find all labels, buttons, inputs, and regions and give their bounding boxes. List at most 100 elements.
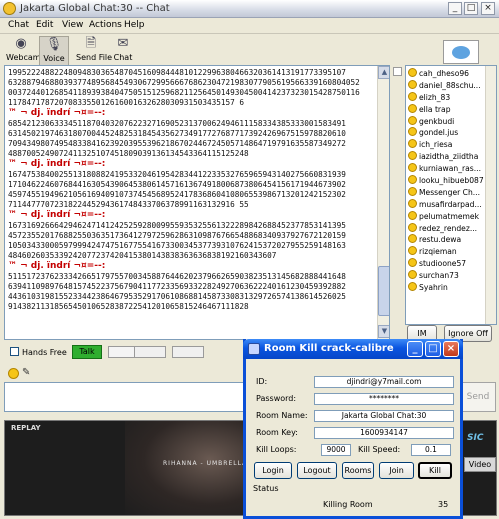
id-field[interactable]: djindri@y7mail.com [314, 376, 454, 388]
user-name: daniel_88schu... [419, 80, 481, 90]
menu-chat[interactable]: Chat [8, 20, 29, 30]
chat-sender[interactable]: ™ ¬ dj. ïndrí ¬¤=--: [8, 261, 385, 272]
room-key-field[interactable]: 1600934147 [314, 427, 454, 439]
user-name: gondel.jus [419, 128, 459, 138]
toolbar: ◉ Webcam 🎙 Voice 🗎 Send File ✉ Chat [0, 34, 499, 68]
chat-button[interactable]: ✉ Chat [108, 36, 138, 66]
user-list-item[interactable]: Messenger Ch... [408, 186, 496, 199]
chat-message-line: 1050343300059799942474751677554167330034… [8, 241, 346, 250]
menu-view[interactable]: View [62, 20, 83, 30]
talk-button[interactable]: Talk [72, 345, 102, 359]
kill-speed-field[interactable]: 0.1 [411, 444, 451, 456]
send-file-button[interactable]: 🗎 Send File [76, 36, 112, 66]
hands-free-label: Hands Free [22, 348, 67, 357]
login-button[interactable]: Login [254, 462, 292, 479]
rooms-button[interactable]: Rooms [342, 462, 374, 479]
kill-loops-field[interactable]: 9000 [321, 444, 351, 456]
chat-message-line: 4572355201768825503635173641279725962863… [8, 231, 346, 240]
menubar: Chat Edit View Actions Help [0, 18, 499, 34]
scroll-down-icon[interactable]: ▼ [378, 325, 389, 338]
voice-button[interactable]: 🎙 Voice [39, 36, 69, 66]
microphone-icon: 🎙 [45, 37, 63, 52]
user-status-icon [408, 210, 417, 220]
scroll-up-icon[interactable]: ▲ [378, 66, 389, 79]
join-button[interactable]: Join [379, 462, 414, 479]
user-status-icon [408, 115, 417, 125]
scroll-thumb[interactable] [378, 266, 389, 316]
video-button[interactable]: Video [464, 457, 496, 472]
chat-message-line: 4597455194962105616940910737454568952417… [8, 190, 346, 199]
hands-free-checkbox[interactable]: Hands Free [10, 347, 67, 357]
chat-message-line: 6854212306333451187040320762232716905231… [8, 119, 346, 128]
menu-edit[interactable]: Edit [36, 20, 53, 30]
user-list[interactable]: cah_dheso96 daniel_88schu... elizh_83 ella … [405, 65, 497, 325]
chat-message-line: 6314502197463180700445248253184543562734… [8, 129, 346, 138]
user-list-item[interactable]: gondel.jus [408, 127, 496, 139]
dialog-maximize-button[interactable]: □ [425, 341, 441, 357]
id-label: ID: [256, 377, 268, 386]
user-status-icon [408, 258, 417, 268]
user-list-item[interactable]: cah_dheso96 [408, 68, 496, 80]
chat-message-line: 6328879468803937748956845493067299566676… [8, 78, 360, 87]
user-list-item[interactable]: elizh_83 [408, 91, 496, 104]
logout-button[interactable]: Logout [297, 462, 337, 479]
minimize-button[interactable]: _ [448, 2, 462, 15]
user-list-item[interactable]: ich_riesa [408, 139, 496, 151]
replay-label[interactable]: REPLAY [11, 424, 41, 432]
smiley-icon[interactable] [8, 368, 19, 379]
collapse-icon[interactable] [393, 67, 402, 76]
password-field[interactable]: ******** [314, 393, 454, 405]
format-icon[interactable]: ✎ [22, 367, 30, 378]
user-status-icon [408, 270, 417, 280]
user-name: redez_rendez... [419, 223, 478, 233]
user-name: studioone57 [419, 259, 467, 269]
dialog-close-button[interactable]: × [443, 341, 459, 357]
user-list-scrollbar[interactable] [485, 66, 496, 324]
menu-actions[interactable]: Actions [89, 20, 122, 30]
user-list-item[interactable]: redez_rendez... [408, 222, 496, 235]
user-status-icon [408, 79, 417, 89]
user-list-item[interactable]: surchan73 [408, 270, 496, 282]
send-button[interactable]: Send [460, 382, 496, 412]
user-list-item[interactable]: musafirdarpad... [408, 198, 496, 211]
user-name: kurniawan_ras... [419, 164, 481, 174]
checkbox-icon[interactable] [10, 347, 19, 356]
close-button[interactable]: × [481, 2, 495, 15]
volume-slider[interactable] [134, 346, 166, 358]
user-list-item[interactable]: ella trap [408, 103, 496, 116]
main-titlebar: Jakarta Global Chat:30 -- Chat _ □ × [0, 0, 499, 18]
maximize-button[interactable]: □ [464, 2, 478, 15]
voice-label: Voice [43, 54, 65, 63]
dialog-minimize-button[interactable]: _ [407, 341, 423, 357]
chat-sender[interactable]: ™ ¬ dj. ïndrí ¬¤=--: [8, 108, 385, 119]
logo-icon [452, 46, 470, 59]
chat-message-line: 1674753840025513180882419533204619542834… [8, 170, 346, 179]
user-list-item[interactable]: studioone57 [408, 258, 496, 270]
user-status-icon [408, 186, 417, 196]
kill-button[interactable]: Kill [418, 462, 452, 479]
chat-transcript[interactable]: 1995222488224809483036548704516098444810… [4, 65, 390, 340]
user-name: restu.dewa [419, 235, 462, 245]
chat-sender[interactable]: ™ ¬ dj. ïndrí ¬¤=--: [8, 210, 385, 221]
user-list-item[interactable]: genkbudi [408, 115, 496, 128]
user-list-item[interactable]: pelumatmemek [408, 210, 496, 223]
user-list-item[interactable]: restu.dewa [408, 234, 496, 246]
room-name-field[interactable]: Jakarta Global Chat:30 [314, 410, 454, 422]
user-status-icon [408, 175, 417, 185]
chat-sender[interactable]: ™ ¬ dj. ïndrí ¬¤=--: [8, 159, 385, 170]
mic-slider[interactable] [172, 346, 204, 358]
chat-message-line: 6394110989764815745223756790411772335693… [8, 282, 346, 291]
user-list-item[interactable]: Syahrin [408, 282, 496, 294]
webcam-button[interactable]: ◉ Webcam [6, 36, 41, 66]
dialog-titlebar: Room Kill crack-calibre _ □ × [243, 339, 463, 359]
chat-message-line: 9143821131856545010652838722541201065815… [8, 302, 249, 311]
chat-scrollbar[interactable]: ▲ ▼ [377, 66, 389, 339]
user-list-item[interactable]: kurniawan_ras... [408, 163, 496, 175]
user-list-item[interactable]: iazidtha_ziidtha [408, 151, 496, 163]
user-list-item[interactable]: rizqieman [408, 246, 496, 258]
user-list-item[interactable]: daniel_88schu... [408, 79, 496, 92]
user-status-icon [408, 282, 417, 292]
kill-speed-label: Kill Speed: [358, 445, 401, 454]
user-list-item[interactable]: looku_hibueb087 [408, 175, 496, 187]
menu-help[interactable]: Help [124, 20, 145, 30]
